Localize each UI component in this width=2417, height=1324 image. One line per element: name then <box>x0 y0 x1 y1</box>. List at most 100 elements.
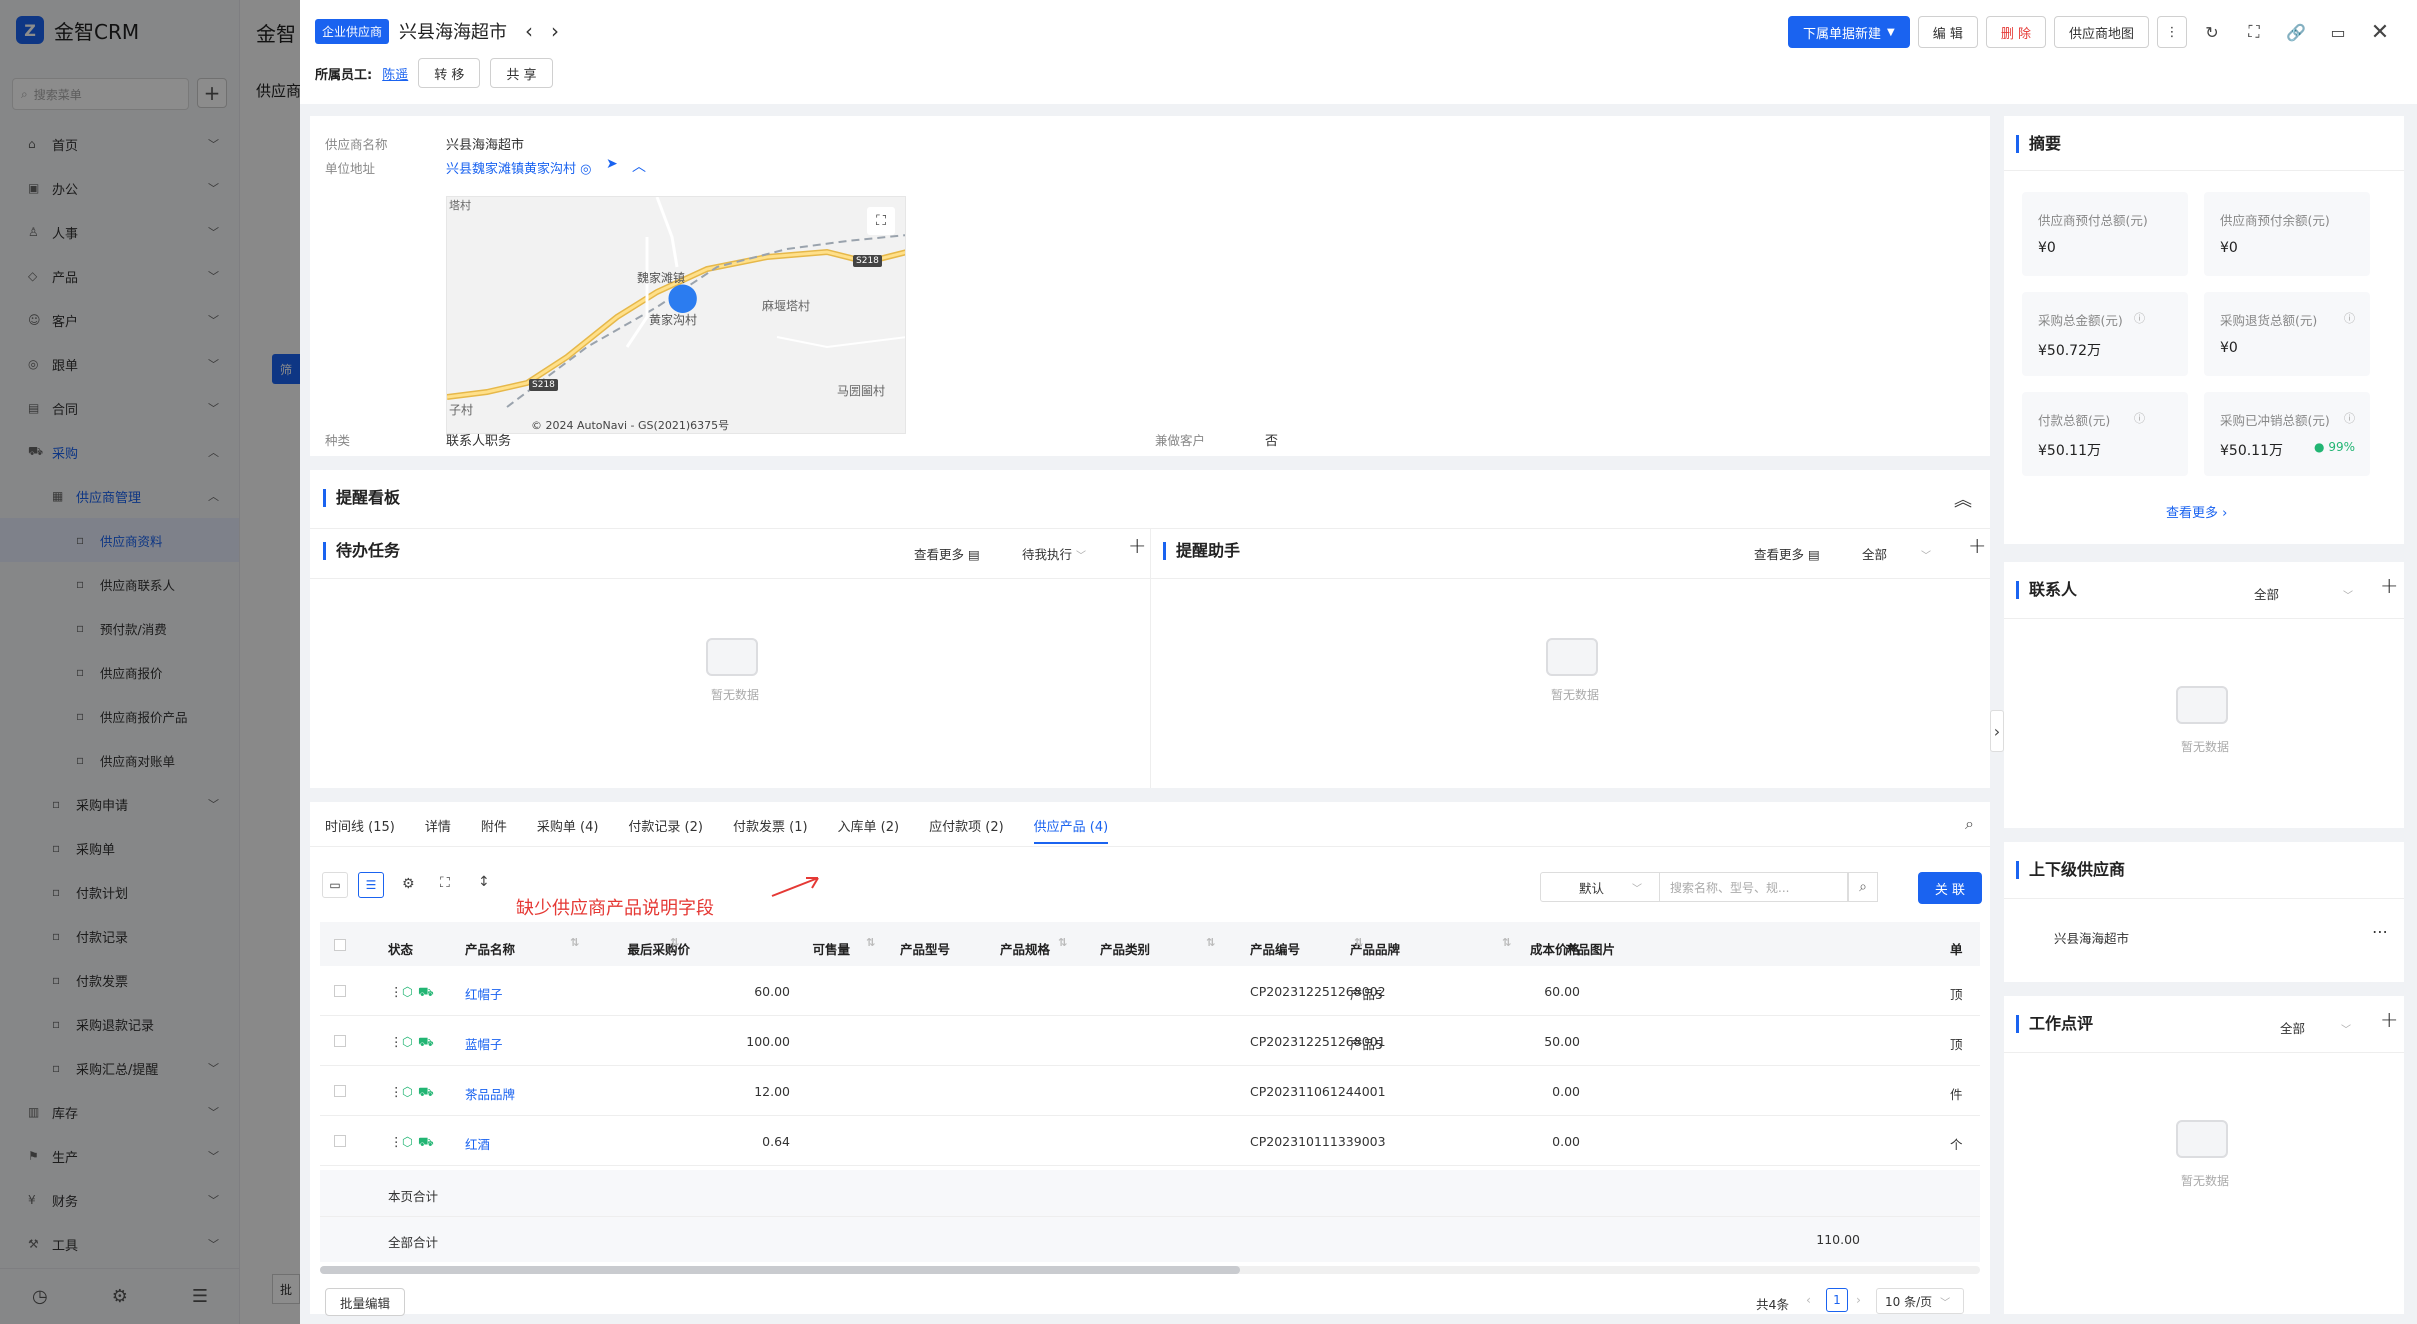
tab[interactable]: 附件 <box>481 816 507 835</box>
row-menu-icon[interactable]: ⋮ <box>390 1084 403 1099</box>
sort-icon[interactable]: ⇅ <box>570 936 579 949</box>
contacts-filter-select[interactable]: 全部 ﹀ <box>2254 584 2353 603</box>
tab[interactable]: 付款记录 (2) <box>628 816 703 835</box>
info-icon[interactable]: ⓘ <box>2134 310 2145 326</box>
add-todo-icon[interactable]: + <box>1128 534 1146 559</box>
sort-icon[interactable]: ⇅ <box>866 936 875 949</box>
modal-overlay[interactable] <box>0 0 300 1324</box>
sort-icon[interactable]: ⇅ <box>1502 936 1511 949</box>
chevron-up-icon[interactable]: ︿ <box>632 156 646 176</box>
table-row[interactable] <box>320 1066 1980 1116</box>
row-menu-icon[interactable]: ⋮ <box>390 1034 403 1049</box>
table-row[interactable] <box>320 966 1980 1016</box>
card-view-icon[interactable]: ▭ <box>322 872 348 898</box>
row-checkbox[interactable] <box>334 1085 346 1097</box>
address-value[interactable]: 兴县魏家滩镇黄家沟村 ◎ <box>446 158 592 177</box>
new-subdocument-button[interactable]: 下属单据新建 ▼ <box>1787 16 1910 48</box>
tab[interactable]: 采购单 (4) <box>537 816 599 835</box>
product-name-link[interactable]: 红帽子 <box>465 984 503 1003</box>
column-header[interactable]: 产品类别 <box>1100 939 1150 958</box>
row-menu-icon[interactable]: ⋮ <box>390 984 403 999</box>
truck-icon[interactable]: ⛟ <box>418 1134 434 1151</box>
column-header[interactable]: 产品名称 <box>465 939 515 958</box>
row-checkbox[interactable] <box>334 1035 346 1047</box>
tab[interactable]: 付款发票 (1) <box>733 816 808 835</box>
column-settings-icon[interactable]: ⚙ <box>402 876 415 892</box>
page-size-select[interactable]: 10 条/页 ﹀ <box>1876 1288 1964 1314</box>
row-checkbox[interactable] <box>334 985 346 997</box>
next-page-icon[interactable]: › <box>1856 1292 1861 1307</box>
todo-filter-select[interactable]: 待我执行 ﹀ <box>1022 544 1086 563</box>
truck-icon[interactable]: ⛟ <box>418 984 434 1001</box>
owner-value[interactable]: 陈遥 <box>382 64 408 83</box>
row-checkbox[interactable] <box>334 1135 346 1147</box>
column-header[interactable]: 产品图片 <box>1565 939 1615 958</box>
info-icon[interactable]: ⓘ <box>2344 410 2355 426</box>
add-review-icon[interactable]: + <box>2380 1008 2398 1033</box>
tab[interactable]: 详情 <box>425 816 451 835</box>
fullscreen-icon[interactable]: ⛶ <box>2237 16 2271 48</box>
table-row[interactable] <box>320 1016 1980 1066</box>
supplier-map-button[interactable]: 供应商地图 <box>2053 16 2149 48</box>
tab[interactable]: 入库单 (2) <box>838 816 900 835</box>
dock-icon[interactable]: ▭ <box>2321 16 2355 48</box>
column-header[interactable]: 可售量 <box>800 939 850 958</box>
sort-icon[interactable]: ⇅ <box>670 936 679 949</box>
row-menu-icon[interactable]: ⋮ <box>390 1134 403 1149</box>
expand-icon[interactable]: ⛶ <box>440 875 450 891</box>
product-name-link[interactable]: 红酒 <box>465 1134 490 1153</box>
sort-select[interactable]: 默认 ﹀ <box>1540 872 1660 902</box>
row-height-icon[interactable]: ↕ <box>478 874 490 890</box>
info-icon[interactable]: ⓘ <box>2134 410 2145 426</box>
select-all-checkbox[interactable] <box>334 939 346 951</box>
cube-icon[interactable]: ⬡ <box>402 984 413 999</box>
add-contact-icon[interactable]: + <box>2380 574 2398 599</box>
page-number[interactable]: 1 <box>1826 1288 1848 1312</box>
review-filter-select[interactable]: 全部 ﹀ <box>2280 1018 2351 1037</box>
horizontal-scrollbar[interactable] <box>320 1266 1980 1274</box>
product-name-link[interactable]: 茶品品牌 <box>465 1084 515 1103</box>
table-row[interactable] <box>320 1116 1980 1166</box>
more-icon[interactable]: ⋮ <box>2157 16 2187 48</box>
sort-icon[interactable]: ⇅ <box>1058 936 1067 949</box>
helper-filter-select[interactable]: 全部 ﹀ <box>1862 544 1931 563</box>
link-product-button[interactable]: 关 联 <box>1918 872 1982 904</box>
column-header[interactable]: 产品规格 <box>1000 939 1050 958</box>
map-fullscreen-icon[interactable]: ⛶ <box>867 207 895 235</box>
cube-icon[interactable]: ⬡ <box>402 1034 413 1049</box>
truck-icon[interactable]: ⛟ <box>418 1034 434 1051</box>
prev-record-icon[interactable]: ‹ <box>525 19 533 43</box>
column-header[interactable]: 状态 <box>388 939 413 958</box>
batch-edit-button[interactable]: 批量编辑 <box>325 1288 406 1316</box>
sort-icon[interactable]: ⇅ <box>1206 936 1215 949</box>
navigate-icon[interactable]: ➤ <box>606 156 618 172</box>
collapse-icon[interactable]: ︽ <box>1954 486 1972 512</box>
todo-more-link[interactable]: 查看更多 ▤ <box>914 544 980 563</box>
link-icon[interactable]: 🔗 <box>2279 16 2313 48</box>
tab[interactable]: 应付款项 (2) <box>929 816 1004 835</box>
edit-button[interactable]: 编 辑 <box>1917 16 1978 48</box>
search-icon[interactable]: ⌕ <box>1965 814 1974 834</box>
column-header[interactable]: 单 <box>1950 939 1963 958</box>
refresh-icon[interactable]: ↻ <box>2195 16 2229 48</box>
more-icon[interactable]: ⋯ <box>2372 922 2388 941</box>
related-supplier-item[interactable]: 兴县海海超市 <box>2054 928 2129 947</box>
add-reminder-icon[interactable]: + <box>1968 534 1986 559</box>
product-search-input[interactable]: 搜索名称、型号、规... <box>1660 872 1848 902</box>
column-header[interactable]: 产品型号 <box>900 939 950 958</box>
next-record-icon[interactable]: › <box>551 19 559 43</box>
list-view-icon[interactable]: ☰ <box>358 872 384 898</box>
tab[interactable]: 时间线 (15) <box>325 816 395 835</box>
delete-button[interactable]: 删 除 <box>1985 16 2046 48</box>
info-icon[interactable]: ⓘ <box>2344 310 2355 326</box>
summary-more-link[interactable]: 查看更多 › <box>2166 502 2227 521</box>
search-button-icon[interactable]: ⌕ <box>1848 872 1878 902</box>
cube-icon[interactable]: ⬡ <box>402 1134 413 1149</box>
sort-icon[interactable]: ⇅ <box>1354 936 1363 949</box>
close-icon[interactable]: ✕ <box>2363 16 2397 48</box>
prev-page-icon[interactable]: ‹ <box>1806 1292 1811 1307</box>
transfer-button[interactable]: 转 移 <box>418 58 481 88</box>
column-header[interactable]: 产品编号 <box>1250 939 1300 958</box>
truck-icon[interactable]: ⛟ <box>418 1084 434 1101</box>
side-collapse-icon[interactable]: › <box>1990 710 2004 752</box>
